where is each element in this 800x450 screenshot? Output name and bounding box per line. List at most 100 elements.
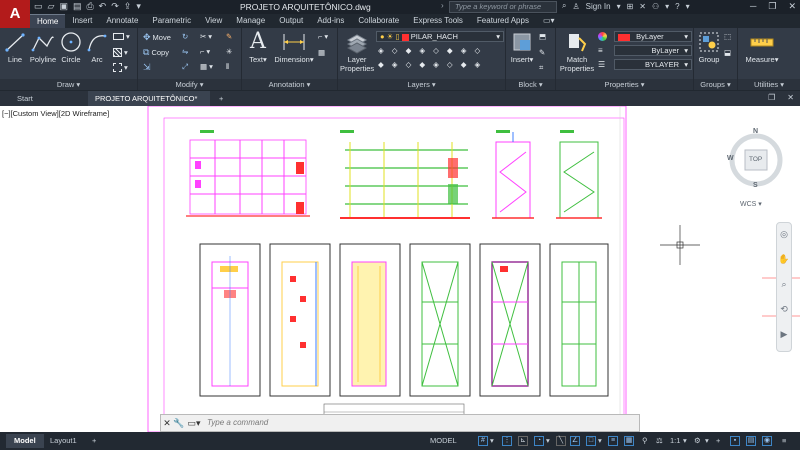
share-icon[interactable]: ⇪: [124, 1, 132, 12]
chevron-down-icon[interactable]: ▾: [617, 2, 621, 11]
isolate-objects-icon[interactable]: ◉: [762, 436, 772, 446]
ortho-icon[interactable]: ⊾: [518, 436, 528, 446]
measure-button[interactable]: Measure▾: [742, 30, 782, 64]
layer-state-icon[interactable]: ◇: [406, 60, 412, 69]
stretch-button[interactable]: ⇲: [143, 62, 151, 73]
exchange-icon[interactable]: ✕: [639, 2, 646, 11]
group-button[interactable]: Group: [696, 30, 722, 64]
user-icon[interactable]: ♙: [572, 2, 579, 11]
search-expand-icon[interactable]: ›: [441, 1, 444, 10]
layer-off-icon[interactable]: ◈: [419, 46, 425, 55]
layers-panel-title[interactable]: Layers ▾: [338, 79, 505, 90]
workspace-menu-icon[interactable]: ▾: [705, 436, 709, 445]
plan-sheet-4[interactable]: [409, 243, 471, 397]
layer-properties-button[interactable]: Layer Properties: [340, 30, 374, 73]
layer-dropdown[interactable]: ● ☀ ▯ PILAR_HACH ▾: [376, 31, 504, 42]
layer-match-icon[interactable]: ◆: [406, 46, 412, 55]
close-command-line-icon[interactable]: ✕: [161, 418, 173, 429]
grid-menu-icon[interactable]: ▾: [490, 436, 494, 445]
group-edit-button[interactable]: ⬓: [724, 48, 731, 57]
minimize-icon[interactable]: ─: [750, 1, 756, 12]
tab-add-ins[interactable]: Add-ins: [310, 14, 351, 28]
annotation-scale-icon[interactable]: ⚖: [656, 436, 663, 445]
new-icon[interactable]: ▭: [34, 1, 43, 12]
tab-parametric[interactable]: Parametric: [145, 14, 198, 28]
customize-icon[interactable]: 🔧: [173, 418, 185, 429]
layer-walk-icon[interactable]: ◈: [461, 46, 467, 55]
edit-block-button[interactable]: ✎: [539, 48, 545, 57]
cart-icon[interactable]: ⊞: [627, 2, 634, 11]
annotation-panel-title[interactable]: Annotation ▾: [242, 79, 337, 90]
scale-menu-icon[interactable]: ▾: [683, 436, 687, 445]
application-menu-button[interactable]: A: [0, 0, 30, 30]
lineweight-dropdown[interactable]: BYLAYER ▾: [614, 59, 692, 70]
copy-button[interactable]: ⧉ Copy: [143, 47, 169, 58]
section-drawing-4[interactable]: [556, 130, 602, 219]
object-snap-icon[interactable]: □: [586, 436, 596, 446]
tab-view[interactable]: View: [198, 14, 229, 28]
polar-icon[interactable]: ◔: [534, 436, 544, 446]
steering-wheel-icon[interactable]: ◎: [777, 229, 791, 240]
recent-commands-icon[interactable]: ▭▾: [185, 418, 203, 429]
edit-attributes-button[interactable]: ⌗: [539, 63, 543, 73]
draw-more-tool[interactable]: ▾: [113, 63, 128, 72]
undo-icon[interactable]: ↶: [99, 1, 107, 12]
zoom-icon[interactable]: ⌕: [777, 279, 791, 290]
connect-icon[interactable]: ⚇: [652, 2, 659, 11]
tab-current-drawing[interactable]: PROJETO ARQUITETÔNICO* ✕: [88, 91, 210, 118]
hatch-tool[interactable]: ▾: [113, 48, 128, 57]
new-tab-button[interactable]: +: [212, 91, 230, 106]
sign-in-link[interactable]: Sign In: [586, 2, 611, 11]
tab-featured-apps[interactable]: Featured Apps: [470, 14, 536, 28]
block-panel-title[interactable]: Block ▾: [506, 79, 555, 90]
plan-sheet-1[interactable]: [199, 243, 261, 397]
layer-iso-icon[interactable]: ◈: [378, 46, 384, 55]
fillet-button[interactable]: ⌐ ▾: [200, 47, 210, 56]
new-layout-button[interactable]: +: [84, 434, 104, 448]
search-input[interactable]: Type a keyword or phrase: [449, 1, 557, 13]
create-block-button[interactable]: ⬒: [539, 32, 546, 41]
qat-dropdown-icon[interactable]: ▾: [136, 1, 141, 12]
isodraft-icon[interactable]: ╲: [556, 436, 566, 446]
orbit-icon[interactable]: ⟲: [777, 304, 791, 315]
save-icon[interactable]: ▣: [59, 1, 68, 12]
open-icon[interactable]: ▱: [48, 1, 55, 12]
section-drawing-2[interactable]: [340, 130, 470, 219]
layer-freeze-tool-icon[interactable]: ◇: [433, 46, 439, 55]
drawing-viewport[interactable]: [−][Custom View][2D Wireframe] N W S TOP…: [0, 106, 800, 432]
layer-thaw-icon[interactable]: ◆: [461, 60, 467, 69]
color-dropdown[interactable]: ByLayer ▾: [614, 31, 692, 42]
maximize-icon[interactable]: ❐: [768, 1, 776, 12]
trim-button[interactable]: ✂ ▾: [200, 32, 212, 41]
linetype-dropdown[interactable]: ByLayer ▾: [614, 45, 692, 56]
chevron-down-icon[interactable]: ▾: [686, 2, 690, 11]
plan-sheet-3[interactable]: [339, 243, 401, 397]
wcs-menu[interactable]: WCS ▾: [740, 200, 762, 208]
command-input[interactable]: Type a command: [203, 417, 639, 429]
annotation-scale-value[interactable]: 1:1: [670, 436, 680, 445]
rotate-button[interactable]: ↻: [182, 32, 188, 41]
compass-south[interactable]: S: [753, 182, 758, 189]
tab-manage[interactable]: Manage: [229, 14, 272, 28]
layer-delete-icon[interactable]: ◆: [419, 60, 425, 69]
view-cube-top-face[interactable]: TOP: [749, 156, 762, 163]
compass-west[interactable]: W: [727, 155, 734, 162]
layer-merge-icon[interactable]: ◇: [474, 46, 480, 55]
ungroup-button[interactable]: ⬚: [724, 32, 731, 41]
quick-properties-icon[interactable]: ▤: [746, 436, 756, 446]
tab-home[interactable]: Home: [30, 14, 66, 28]
chevron-down-icon[interactable]: ▾: [665, 2, 669, 11]
customization-icon[interactable]: ≡: [782, 436, 786, 445]
utilities-panel-title[interactable]: Utilities ▾: [738, 79, 800, 90]
tab-express-tools[interactable]: Express Tools: [406, 14, 470, 28]
snap-icon[interactable]: ⋮: [502, 436, 512, 446]
showmotion-icon[interactable]: ▶: [777, 329, 791, 340]
text-tool[interactable]: A Text▾: [246, 30, 270, 65]
ribbon-minimize-icon[interactable]: ▭▾: [536, 14, 562, 28]
close-drawing-icon[interactable]: ✕: [787, 93, 794, 102]
circle-tool[interactable]: Circle: [60, 30, 82, 64]
selection-cycling-icon[interactable]: ⚲: [642, 436, 648, 445]
units-icon[interactable]: ▪: [730, 436, 740, 446]
tab-collaborate[interactable]: Collaborate: [351, 14, 406, 28]
object-snap-tracking-icon[interactable]: ∠: [570, 436, 580, 446]
